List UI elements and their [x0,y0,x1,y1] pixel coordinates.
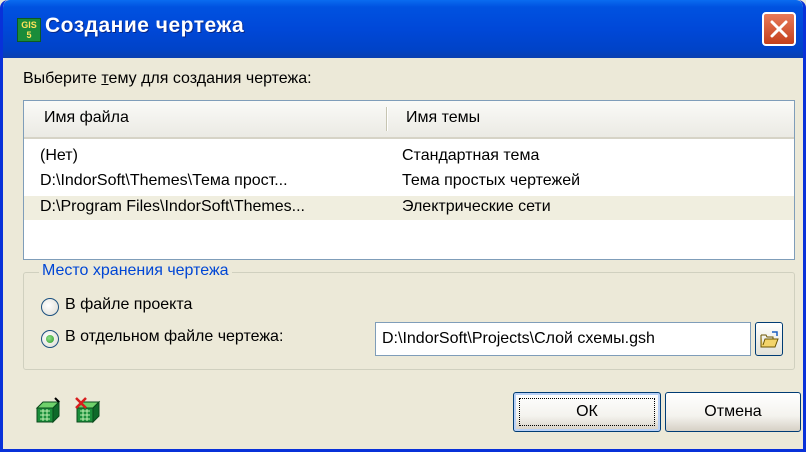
add-theme-icon[interactable] [33,396,63,426]
row-theme-name: Стандартная тема [402,147,540,164]
row-file-name: D:\IndorSoft\Themes\Тема прост... [40,172,288,189]
ok-button[interactable]: ОК [513,392,661,432]
title-bar[interactable]: GIS 5 Создание чертежа [3,0,803,58]
dialog-window: GIS 5 Создание чертежа Выберите тему для… [0,0,806,452]
gis-app-icon: GIS 5 [17,18,41,42]
open-folder-icon [760,331,779,348]
close-button[interactable] [762,12,796,46]
column-header-theme-name[interactable]: Имя темы [406,109,480,127]
column-header-file-name[interactable]: Имя файла [44,109,129,127]
storage-group-legend: Место хранения чертежа [39,262,232,280]
cancel-button-label: Отмена [704,403,762,420]
row-file-name: (Нет) [40,147,78,164]
delete-theme-icon[interactable] [73,396,103,426]
column-divider[interactable] [386,107,387,131]
browse-button[interactable] [755,322,783,356]
list-row[interactable]: D:\IndorSoft\Themes\Тема прост... Тема п… [24,170,794,194]
cancel-button[interactable]: Отмена [665,392,801,432]
theme-list[interactable]: Имя файла Имя темы (Нет) Стандартная тем… [23,100,795,260]
ok-button-label: ОК [576,403,598,420]
list-row[interactable]: (Нет) Стандартная тема [24,145,794,169]
window-title: Создание чертежа [45,14,245,37]
list-header: Имя файла Имя темы [24,101,794,139]
radio-in-project-file[interactable] [41,298,59,316]
radio-in-project-file-label[interactable]: В файле проекта [65,296,192,314]
radio-separate-file[interactable] [41,330,59,348]
theme-prompt-label: Выберите тему для создания чертежа: [23,70,312,87]
drawing-file-path-input[interactable]: D:\IndorSoft\Projects\Слой схемы.gsh [375,322,751,356]
row-file-name: D:\Program Files\IndorSoft\Themes... [40,198,305,215]
row-theme-name: Электрические сети [402,198,551,215]
radio-separate-file-label[interactable]: В отдельном файле чертежа: [65,328,283,346]
row-theme-name: Тема простых чертежей [402,172,581,189]
close-icon [770,20,788,38]
list-row-selected[interactable]: D:\Program Files\IndorSoft\Themes... Эле… [24,196,794,220]
